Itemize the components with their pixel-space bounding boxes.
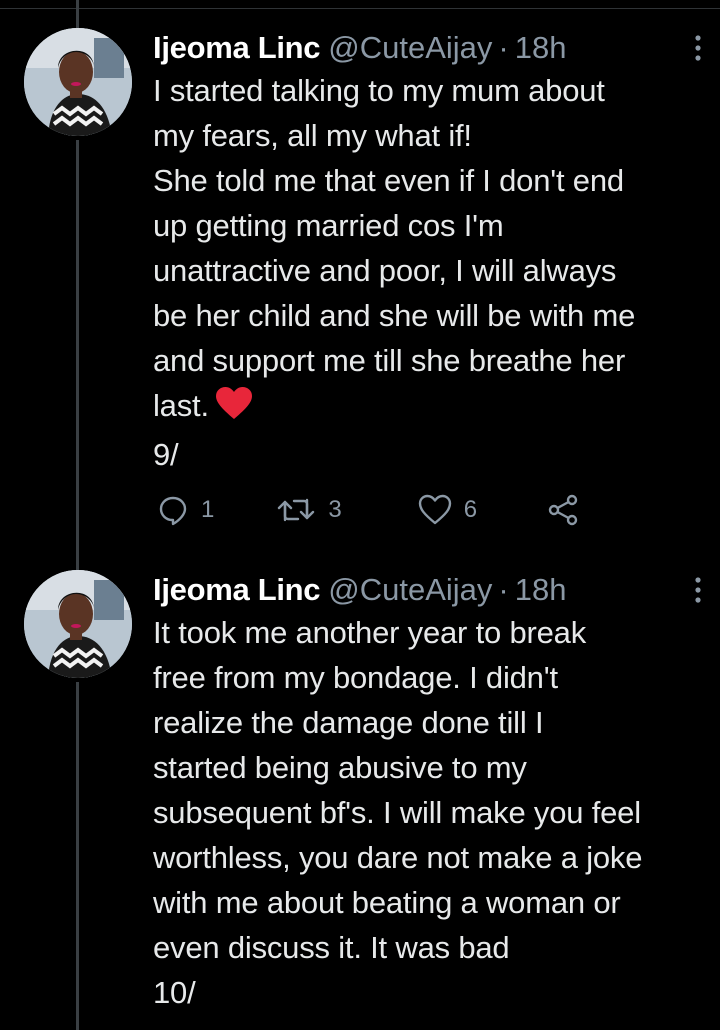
tweet-text-line: last. <box>153 388 209 423</box>
thread-counter: 10/ <box>153 975 196 1010</box>
user-handle[interactable]: @CuteAijay <box>328 30 492 66</box>
tweet-text-line: realize the damage done till I <box>153 705 544 740</box>
tweet-text-line: and support me till she breathe her <box>153 343 626 378</box>
thread-counter: 9/ <box>153 437 179 472</box>
reply-icon <box>159 496 187 526</box>
tweet-text-line: I started talking to my mum about <box>153 73 605 108</box>
user-handle[interactable]: @CuteAijay <box>328 572 492 608</box>
tweet-text: I started talking to my mum about my fea… <box>153 68 701 477</box>
avatar[interactable] <box>24 28 132 136</box>
tweet-header: Ijeoma Linc @CuteAijay · 18h <box>153 570 701 610</box>
retweet-button[interactable]: 3 <box>276 494 342 526</box>
tweet-text-line: up getting married cos I'm <box>153 208 504 243</box>
thread-connector-line <box>76 682 79 1030</box>
share-icon <box>548 494 578 526</box>
timestamp[interactable]: 18h <box>515 30 567 66</box>
avatar-photo-icon <box>24 28 132 136</box>
avatar[interactable] <box>24 570 132 678</box>
tweet-actions: 1 3 6 <box>153 490 633 530</box>
tweet-text-line: be her child and she will be with me <box>153 298 636 333</box>
tweet-text-line-with-emoji: last. <box>153 383 701 432</box>
tweet-text-line: She told me that even if I don't end <box>153 163 624 198</box>
tweet-content: Ijeoma Linc @CuteAijay · 18h I started t… <box>153 28 701 477</box>
tweet-text-line: free from my bondage. I didn't <box>153 660 558 695</box>
tweet-text-line: It took me another year to break <box>153 615 587 650</box>
tweet-header: Ijeoma Linc @CuteAijay · 18h <box>153 28 701 68</box>
display-name[interactable]: Ijeoma Linc <box>153 30 321 66</box>
tweet-text: It took me another year to break free fr… <box>153 610 701 1015</box>
retweet-count: 3 <box>328 496 342 523</box>
tweet-text-line: with me about beating a woman or <box>153 885 621 920</box>
timestamp[interactable]: 18h <box>515 572 567 608</box>
more-options-icon[interactable] <box>688 34 708 62</box>
tweet-text-line: worthless, you dare not make a joke <box>153 840 643 875</box>
like-heart-icon <box>418 494 451 525</box>
red-heart-icon <box>215 386 253 432</box>
separator-dot: · <box>498 572 509 607</box>
retweet-icon <box>278 498 315 522</box>
tweet-content: Ijeoma Linc @CuteAijay · 18h It took me … <box>153 570 701 1015</box>
display-name[interactable]: Ijeoma Linc <box>153 572 321 608</box>
more-options-icon[interactable] <box>688 576 708 604</box>
tweet-text-line: started being abusive to my <box>153 750 527 785</box>
like-count: 6 <box>463 496 478 523</box>
tweet-text-line: subsequent bf's. I will make you feel <box>153 795 641 830</box>
reply-count: 1 <box>201 496 215 523</box>
share-button[interactable] <box>547 494 579 526</box>
thread-connector-line <box>76 0 79 30</box>
tweet-text-line: unattractive and poor, I will always <box>153 253 617 288</box>
separator-dot: · <box>498 30 509 65</box>
tweet-text-line: my fears, all my what if! <box>153 118 472 153</box>
reply-button[interactable]: 1 <box>157 494 214 526</box>
like-button[interactable]: 6 <box>418 494 477 526</box>
top-divider <box>0 8 720 9</box>
tweet-text-line: even discuss it. It was bad <box>153 930 510 965</box>
avatar-photo-icon <box>24 570 132 678</box>
thread-connector-line <box>76 140 79 572</box>
